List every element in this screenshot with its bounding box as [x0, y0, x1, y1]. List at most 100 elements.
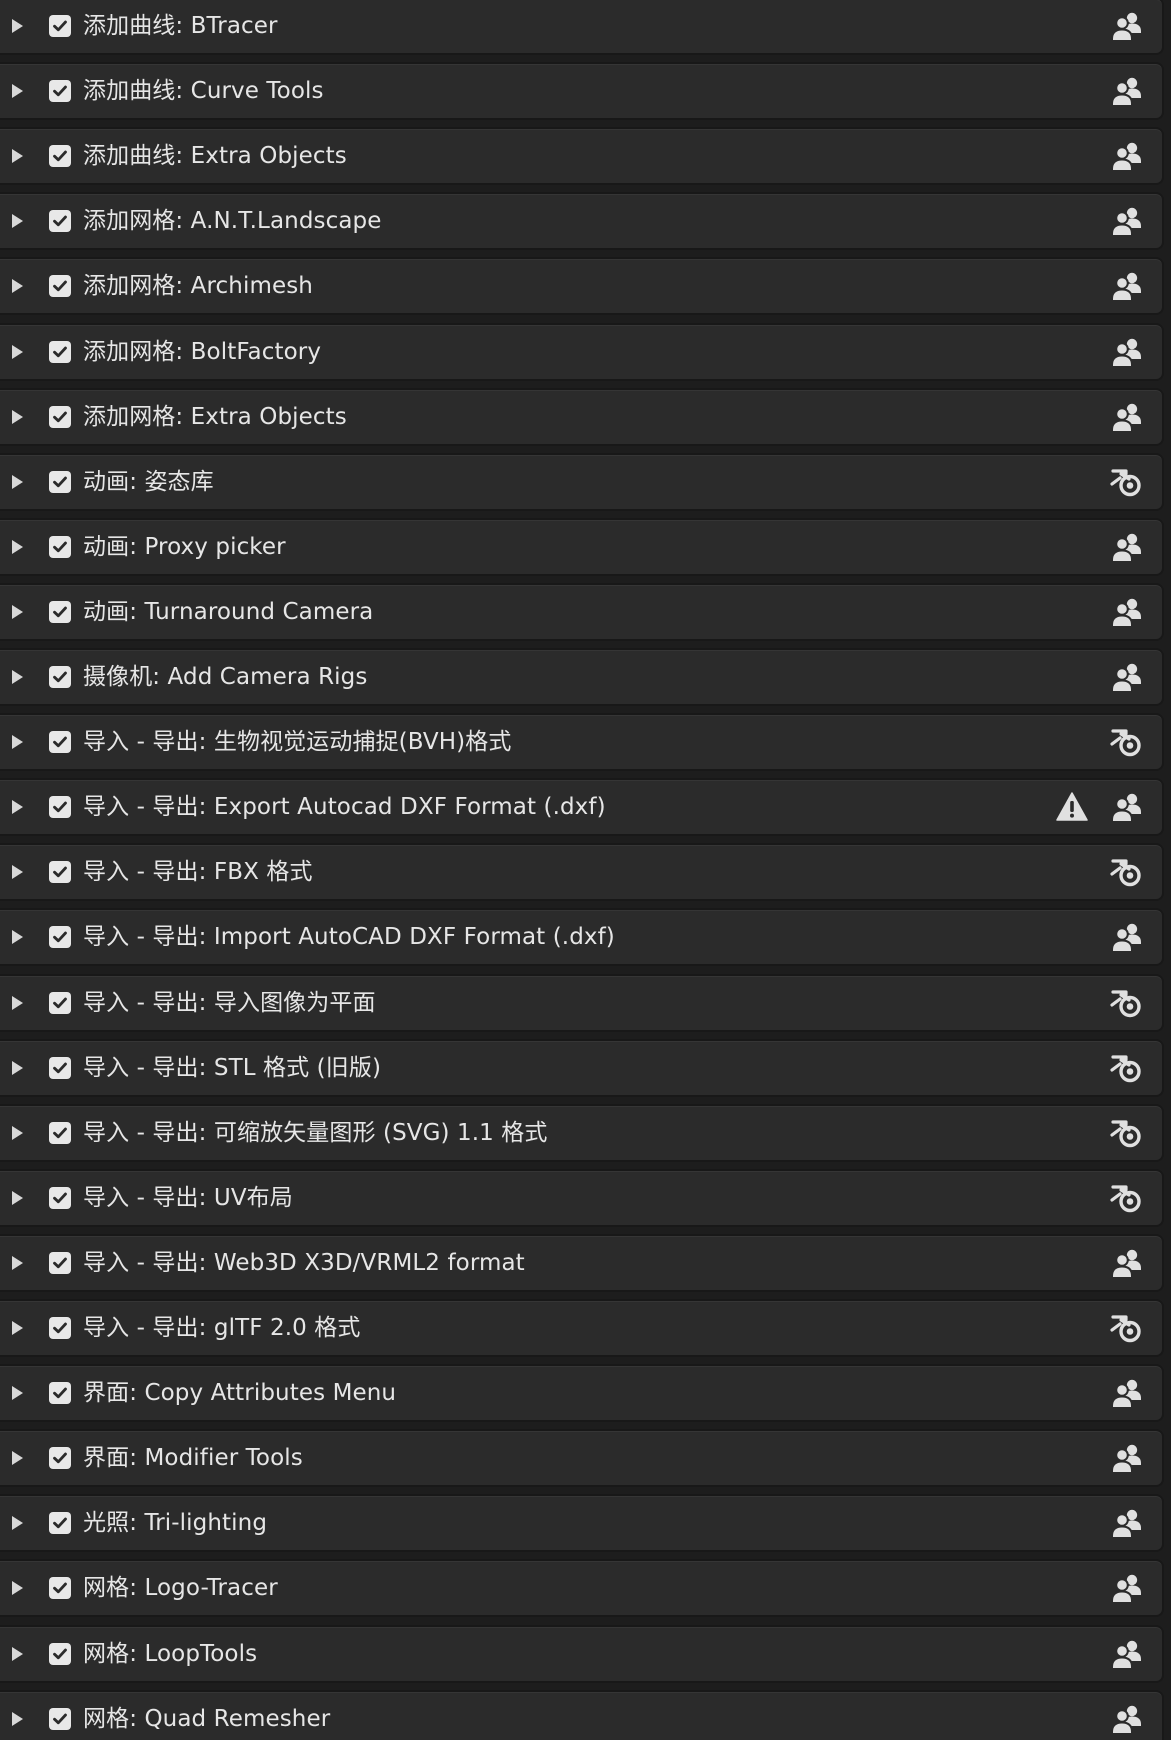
addon-row-26[interactable]: 网格: LoopTools — [0, 1624, 1164, 1683]
addon-name: 网格: Logo-Tracer — [83, 1575, 278, 1602]
enable-checkbox[interactable] — [49, 340, 71, 363]
enable-checkbox[interactable] — [49, 405, 71, 428]
expand-arrow-icon[interactable] — [12, 474, 23, 489]
addon-row-9[interactable]: 动画: Proxy picker — [0, 517, 1164, 576]
enable-checkbox[interactable] — [49, 600, 71, 623]
addon-row-18[interactable]: 导入 - 导出: 可缩放矢量图形 (SVG) 1.1 格式 — [0, 1103, 1164, 1162]
addon-row-12[interactable]: 导入 - 导出: 生物视觉运动捕捉(BVH)格式 — [0, 713, 1164, 772]
enable-checkbox[interactable] — [49, 991, 71, 1014]
expand-arrow-icon[interactable] — [12, 930, 23, 945]
enable-checkbox[interactable] — [49, 666, 71, 688]
addon-row-20[interactable]: 导入 - 导出: Web3D X3D/VRML2 format — [0, 1233, 1164, 1292]
expand-arrow-icon[interactable] — [12, 995, 23, 1010]
blender-icon — [1110, 1182, 1144, 1214]
enable-checkbox[interactable] — [49, 1512, 71, 1535]
enable-checkbox[interactable] — [49, 731, 71, 754]
enable-checkbox[interactable] — [49, 1382, 71, 1405]
enable-checkbox[interactable] — [49, 1447, 71, 1470]
blender-icon — [1110, 466, 1144, 498]
addon-row-16[interactable]: 导入 - 导出: 导入图像为平面 — [0, 973, 1164, 1032]
addon-row-17[interactable]: 导入 - 导出: STL 格式 (旧版) — [0, 1038, 1164, 1097]
community-icon — [1110, 791, 1144, 824]
expand-arrow-icon[interactable] — [12, 1125, 23, 1140]
expand-arrow-icon[interactable] — [12, 670, 23, 684]
enable-checkbox[interactable] — [49, 1317, 71, 1339]
expand-arrow-icon[interactable] — [12, 1581, 23, 1596]
addon-row-22[interactable]: 界面: Copy Attributes Menu — [0, 1364, 1164, 1423]
enable-checkbox[interactable] — [49, 15, 71, 37]
expand-arrow-icon[interactable] — [12, 800, 23, 815]
enable-checkbox[interactable] — [49, 1251, 71, 1274]
expand-arrow-icon[interactable] — [12, 279, 23, 294]
enable-checkbox[interactable] — [49, 796, 71, 819]
expand-arrow-icon[interactable] — [12, 1190, 23, 1205]
expand-arrow-icon[interactable] — [12, 539, 23, 554]
enable-checkbox[interactable] — [49, 535, 71, 558]
community-icon — [1110, 336, 1144, 368]
enable-checkbox[interactable] — [49, 1707, 71, 1730]
expand-arrow-icon[interactable] — [12, 735, 23, 750]
expand-arrow-icon[interactable] — [12, 604, 23, 619]
expand-arrow-icon[interactable] — [12, 865, 23, 880]
community-icon — [1110, 10, 1144, 42]
expand-arrow-icon[interactable] — [12, 1516, 23, 1531]
addon-row-25[interactable]: 网格: Logo-Tracer — [0, 1559, 1164, 1618]
addon-row-11[interactable]: 摄像机: Add Camera Rigs — [0, 648, 1164, 706]
addon-name: 添加网格: A.N.T.Landscape — [83, 208, 382, 235]
addon-row-10[interactable]: 动画: Turnaround Camera — [0, 582, 1164, 641]
expand-arrow-icon[interactable] — [12, 409, 23, 424]
addon-row-1[interactable]: 添加曲线: BTracer — [0, 0, 1164, 55]
expand-arrow-icon[interactable] — [12, 1255, 23, 1270]
addon-name: 导入 - 导出: Import AutoCAD DXF Format (.dxf… — [83, 924, 615, 951]
addon-row-15[interactable]: 导入 - 导出: Import AutoCAD DXF Format (.dxf… — [0, 908, 1164, 967]
enable-checkbox[interactable] — [49, 1577, 71, 1600]
addon-row-27[interactable]: 网格: Quad Remesher — [0, 1689, 1164, 1740]
addon-name: 添加网格: BoltFactory — [83, 338, 322, 365]
enable-checkbox[interactable] — [49, 861, 71, 884]
checkmark-icon — [53, 736, 67, 748]
addon-row-4[interactable]: 添加网格: A.N.T.Landscape — [0, 192, 1164, 251]
addon-row-6[interactable]: 添加网格: BoltFactory — [0, 322, 1164, 381]
enable-checkbox[interactable] — [49, 145, 71, 168]
addon-name: 添加网格: Extra Objects — [83, 403, 347, 430]
expand-arrow-icon[interactable] — [12, 344, 23, 359]
community-icon — [1110, 596, 1144, 628]
addon-row-24[interactable]: 光照: Tri-lighting — [0, 1494, 1164, 1553]
enable-checkbox[interactable] — [49, 210, 71, 233]
enable-checkbox[interactable] — [49, 1056, 71, 1079]
addon-row-8[interactable]: 动画: 姿态库 — [0, 452, 1164, 511]
enable-checkbox[interactable] — [49, 275, 71, 298]
enable-checkbox[interactable] — [49, 470, 71, 493]
addon-row-13[interactable]: 导入 - 导出: Export Autocad DXF Format (.dxf… — [0, 778, 1164, 837]
enable-checkbox[interactable] — [49, 1121, 71, 1144]
checkmark-icon — [53, 801, 67, 813]
addon-row-3[interactable]: 添加曲线: Extra Objects — [0, 127, 1164, 186]
expand-arrow-icon[interactable] — [12, 214, 23, 229]
checkmark-icon — [53, 215, 67, 227]
expand-arrow-icon[interactable] — [12, 1711, 23, 1726]
addon-row-21[interactable]: 导入 - 导出: glTF 2.0 格式 — [0, 1299, 1164, 1357]
expand-arrow-icon[interactable] — [12, 1321, 23, 1335]
expand-arrow-icon[interactable] — [12, 1646, 23, 1661]
enable-checkbox[interactable] — [49, 926, 71, 949]
addon-row-14[interactable]: 导入 - 导出: FBX 格式 — [0, 843, 1164, 902]
addon-row-7[interactable]: 添加网格: Extra Objects — [0, 387, 1164, 446]
checkmark-icon — [53, 1257, 67, 1269]
addon-row-19[interactable]: 导入 - 导出: UV布局 — [0, 1168, 1164, 1227]
addon-row-23[interactable]: 界面: Modifier Tools — [0, 1429, 1164, 1488]
addon-name: 导入 - 导出: UV布局 — [83, 1184, 293, 1211]
expand-arrow-icon[interactable] — [12, 1386, 23, 1401]
expand-arrow-icon[interactable] — [12, 149, 23, 164]
checkmark-icon — [53, 1322, 67, 1334]
enable-checkbox[interactable] — [49, 1642, 71, 1665]
enable-checkbox[interactable] — [49, 1186, 71, 1209]
expand-arrow-icon[interactable] — [12, 84, 23, 99]
addon-row-2[interactable]: 添加曲线: Curve Tools — [0, 62, 1164, 121]
expand-arrow-icon[interactable] — [12, 1451, 23, 1466]
addon-row-5[interactable]: 添加网格: Archimesh — [0, 257, 1164, 316]
blender-icon — [1110, 856, 1144, 888]
enable-checkbox[interactable] — [49, 80, 71, 103]
expand-arrow-icon[interactable] — [12, 19, 23, 33]
expand-arrow-icon[interactable] — [12, 1060, 23, 1075]
checkmark-icon — [53, 1062, 67, 1073]
